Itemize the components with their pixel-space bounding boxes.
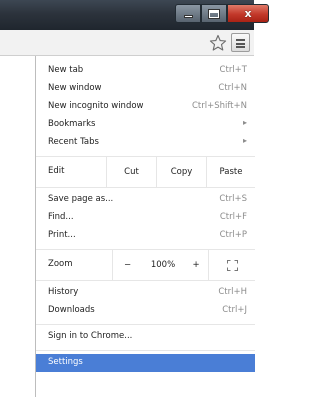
zoom-level: 100% (142, 250, 184, 280)
menu-item-bookmarks[interactable]: Bookmarks ▸ (36, 116, 255, 134)
edit-row-label: Edit (48, 166, 65, 176)
menu-item-label: New tab (48, 65, 84, 75)
menu-item-label: Save page as... (48, 194, 114, 204)
menu-separator (36, 350, 255, 351)
menu-separator (36, 187, 255, 188)
menu-item-find[interactable]: Find... Ctrl+F (36, 209, 255, 227)
menu-item-save-page-as[interactable]: Save page as... Ctrl+S (36, 191, 255, 209)
maximize-icon (208, 8, 220, 19)
menu-separator (36, 324, 255, 325)
hamburger-menu-icon[interactable] (231, 33, 250, 52)
zoom-level-value: 100% (150, 260, 176, 270)
close-icon: x (244, 7, 252, 20)
menu-item-label: History (48, 287, 79, 297)
menu-item-label: Sign in to Chrome... (48, 331, 133, 341)
menu-item-label: New incognito window (48, 101, 144, 111)
zoom-out-button[interactable]: − (112, 250, 142, 280)
menu-item-new-tab[interactable]: New tab Ctrl+T (36, 62, 255, 80)
menu-item-downloads[interactable]: Downloads Ctrl+J (36, 302, 255, 320)
menu-item-label: New window (48, 83, 102, 93)
menu-item-label: Find... (48, 212, 74, 222)
copy-button[interactable]: Copy (156, 157, 206, 187)
menu-item-new-window[interactable]: New window Ctrl+N (36, 80, 255, 98)
browser-toolbar (0, 30, 254, 56)
window-controls: x (175, 4, 269, 23)
menu-item-sign-in[interactable]: Sign in to Chrome... (36, 328, 255, 346)
menu-item-label: Recent Tabs (48, 137, 99, 147)
zoom-in-button[interactable]: + (184, 250, 208, 280)
submenu-arrow-icon: ▸ (242, 118, 247, 127)
window-title-bar: x (0, 0, 269, 30)
cut-label: Cut (124, 167, 139, 177)
minimize-icon (183, 15, 193, 18)
close-button[interactable]: x (227, 4, 269, 23)
menu-item-label: Print... (48, 230, 76, 240)
edit-row: Edit Cut Copy Paste (36, 157, 255, 187)
menu-item-settings[interactable]: Settings (36, 354, 255, 372)
menu-item-label: Downloads (48, 305, 95, 315)
zoom-out-label: − (123, 260, 132, 270)
copy-label: Copy (170, 167, 193, 177)
fullscreen-icon (226, 259, 238, 271)
menu-item-shortcut: Ctrl+N (218, 83, 247, 93)
menu-item-shortcut: Ctrl+Shift+N (191, 101, 247, 111)
menu-item-shortcut: Ctrl+P (219, 230, 247, 240)
menu-item-shortcut: Ctrl+H (218, 287, 247, 297)
menu-item-shortcut: Ctrl+T (219, 65, 247, 75)
menu-item-shortcut: Ctrl+S (219, 194, 247, 204)
minimize-button[interactable] (175, 4, 201, 23)
zoom-in-label: + (192, 260, 200, 270)
menu-item-print[interactable]: Print... Ctrl+P (36, 227, 255, 245)
paste-label: Paste (219, 167, 243, 177)
chrome-main-menu: New tab Ctrl+T New window Ctrl+N New inc… (35, 56, 255, 397)
paste-button[interactable]: Paste (206, 157, 255, 187)
menu-item-label: Settings (48, 357, 83, 367)
menu-item-history[interactable]: History Ctrl+H (36, 284, 255, 302)
fullscreen-button[interactable] (208, 250, 255, 280)
menu-item-label: Bookmarks (48, 119, 96, 129)
menu-item-shortcut: Ctrl+F (219, 212, 247, 222)
zoom-row-label: Zoom (48, 259, 73, 269)
star-icon[interactable] (209, 34, 227, 52)
cut-button[interactable]: Cut (106, 157, 156, 187)
menu-item-shortcut: Ctrl+J (222, 305, 247, 315)
submenu-arrow-icon: ▸ (242, 136, 247, 145)
maximize-button[interactable] (201, 4, 227, 23)
menu-item-recent-tabs[interactable]: Recent Tabs ▸ (36, 134, 255, 152)
menu-separator (36, 280, 255, 281)
zoom-row: Zoom − 100% + (36, 250, 255, 280)
menu-item-new-incognito-window[interactable]: New incognito window Ctrl+Shift+N (36, 98, 255, 116)
